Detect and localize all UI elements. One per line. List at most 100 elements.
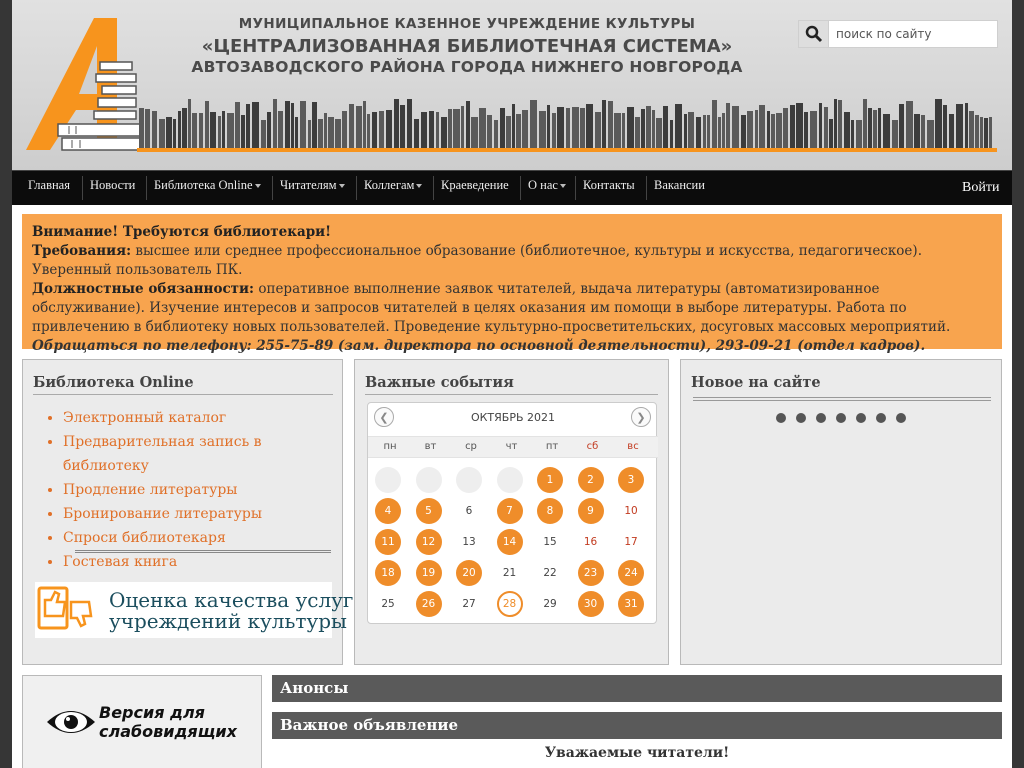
- link-ask-librarian[interactable]: Спроси библиотекаря: [63, 526, 342, 550]
- calendar-day[interactable]: 9: [577, 498, 604, 524]
- calendar-day[interactable]: 20: [456, 560, 482, 586]
- org-name-line-2: «ЦЕНТРАЛИЗОВАННАЯ БИБЛИОТЕЧНАЯ СИСТЕМА»: [201, 36, 733, 57]
- calendar-day[interactable]: 4: [375, 498, 401, 524]
- calendar-day[interactable]: 7: [496, 498, 523, 524]
- nav-local-history[interactable]: Краеведение: [434, 171, 509, 203]
- slider-dot[interactable]: [856, 413, 866, 423]
- low-vision-line-2: слабовидящих: [99, 722, 237, 741]
- new-on-site-panel: Новое на сайте: [680, 359, 1002, 665]
- next-month-button[interactable]: ❯: [631, 407, 651, 427]
- calendar-day[interactable]: 5: [415, 498, 442, 524]
- eye-icon: [47, 711, 95, 733]
- divider: [693, 397, 991, 401]
- calendar-day[interactable]: 31: [618, 591, 644, 617]
- calendar-day[interactable]: 12: [415, 529, 442, 555]
- calendar-day[interactable]: 18: [375, 560, 401, 586]
- low-vision-line-1: Версия для: [99, 703, 205, 722]
- nav-about[interactable]: О нас: [521, 171, 566, 203]
- nav-colleagues[interactable]: Коллегам: [357, 171, 423, 203]
- link-electronic-catalog[interactable]: Электронный каталог: [63, 406, 342, 430]
- banner-line-2: учреждений культуры: [109, 609, 347, 633]
- library-online-title: Библиотека Online: [33, 374, 333, 395]
- page: МУНИЦИПАЛЬНОЕ КАЗЕННОЕ УЧРЕЖДЕНИЕ КУЛЬТУ…: [12, 0, 1012, 768]
- calendar-day: 21: [496, 560, 523, 586]
- slider-dot[interactable]: [776, 413, 786, 423]
- weekday-сб: сб: [586, 441, 599, 452]
- chevron-down-icon: [416, 184, 423, 189]
- calendar-day[interactable]: 8: [537, 498, 563, 524]
- slider-dot[interactable]: [836, 413, 846, 423]
- search-input[interactable]: [830, 21, 997, 47]
- calendar-day: 13: [456, 529, 482, 555]
- calendar-day: 15: [537, 529, 563, 555]
- notice-greeting: Уважаемые читатели!: [544, 745, 730, 761]
- weekday-чт: чт: [505, 441, 518, 452]
- login-link[interactable]: Войти: [962, 180, 999, 196]
- chevron-right-icon: ❯: [636, 410, 646, 424]
- calendar-day: 6: [456, 498, 482, 524]
- important-notice-heading[interactable]: Важное объявление: [272, 712, 1002, 739]
- low-vision-version-button[interactable]: Версия для слабовидящих: [22, 675, 262, 768]
- events-panel: Важные события ❮ ОКТЯБРЬ 2021 ❯ пн вт ср чт…: [354, 359, 669, 665]
- weekday-вс: вс: [627, 441, 639, 452]
- notice-title: Внимание! Требуются библиотекари!: [32, 224, 332, 240]
- site-header: МУНИЦИПАЛЬНОЕ КАЗЕННОЕ УЧРЕЖДЕНИЕ КУЛЬТУ…: [12, 0, 1012, 170]
- calendar-day[interactable]: 14: [496, 529, 523, 555]
- calendar-day: 16: [577, 529, 604, 555]
- slider-dot[interactable]: [876, 413, 886, 423]
- nav-library-online[interactable]: Библиотека Online: [147, 171, 261, 203]
- slider-dot[interactable]: [896, 413, 906, 423]
- requirements-label: Требования:: [32, 243, 132, 259]
- calendar-day[interactable]: 11: [375, 529, 401, 555]
- calendar-day: 28: [496, 591, 523, 617]
- calendar-day: 25: [375, 591, 401, 617]
- org-name-line-1: МУНИЦИПАЛЬНОЕ КАЗЕННОЕ УЧРЕЖДЕНИЕ КУЛЬТУ…: [238, 16, 696, 32]
- divider: [75, 550, 331, 553]
- link-guestbook[interactable]: Гостевая книга: [63, 550, 342, 574]
- weekday-вт: вт: [424, 441, 437, 452]
- calendar-day[interactable]: 30: [577, 591, 604, 617]
- org-name-line-3: АВТОЗАВОДСКОГО РАЙОНА ГОРОДА НИЖНЕГО НОВ…: [191, 58, 743, 76]
- slider-dot[interactable]: [796, 413, 806, 423]
- calendar-day[interactable]: 1: [537, 467, 563, 493]
- link-renew-books[interactable]: Продление литературы: [63, 478, 342, 502]
- calendar-day: 29: [537, 591, 563, 617]
- calendar-month: ОКТЯБРЬ 2021: [470, 411, 556, 424]
- chevron-down-icon: [254, 184, 261, 189]
- weekday-пн: пн: [383, 441, 397, 452]
- search-button[interactable]: [799, 21, 829, 47]
- requirements-text: высшее или среднее профессиональное обра…: [32, 243, 922, 278]
- main-nav: Главная Новости Библиотека Online Читате…: [12, 170, 1012, 205]
- nav-home[interactable]: Главная: [21, 171, 70, 203]
- calendar-day: 17: [618, 529, 644, 555]
- library-logo-icon[interactable]: [24, 18, 149, 153]
- announcements-heading[interactable]: Анонсы: [272, 675, 1002, 702]
- link-reserve-books[interactable]: Бронирование литературы: [63, 502, 342, 526]
- thumbs-icon: [37, 586, 93, 630]
- nav-vacancies[interactable]: Вакансии: [647, 171, 705, 203]
- nav-readers[interactable]: Читателям: [273, 171, 345, 203]
- weekday-пт: пт: [545, 441, 559, 452]
- calendar-empty-cell: [496, 467, 523, 493]
- nav-news[interactable]: Новости: [83, 171, 135, 203]
- calendar-day[interactable]: 2: [577, 467, 604, 493]
- calendar-empty-cell: [456, 467, 482, 493]
- bookshelf-decoration: [137, 99, 997, 152]
- calendar-day: 22: [537, 560, 563, 586]
- weekday-ср: ср: [465, 441, 477, 452]
- quality-assessment-banner[interactable]: Оценка качества услуг учреждений культур…: [35, 582, 353, 638]
- calendar-day[interactable]: 3: [618, 467, 644, 493]
- slider-dot[interactable]: [816, 413, 826, 423]
- events-calendar: ❮ ОКТЯБРЬ 2021 ❯ пн вт ср чт пт сб вс 12345678…: [367, 402, 658, 624]
- calendar-empty-cell: [375, 467, 401, 493]
- calendar-day[interactable]: 24: [618, 560, 644, 586]
- events-title: Важные события: [365, 374, 658, 395]
- calendar-day: 27: [456, 591, 482, 617]
- calendar-day[interactable]: 26: [415, 591, 442, 617]
- link-library-appointment[interactable]: Предварительная запись в библиотеку: [63, 430, 342, 478]
- calendar-day[interactable]: 23: [577, 560, 604, 586]
- calendar-day[interactable]: 19: [415, 560, 442, 586]
- weekday-header: пн вт ср чт пт сб вс: [368, 436, 658, 458]
- vacancy-notice: Внимание! Требуются библиотекари! Требов…: [22, 214, 1002, 354]
- nav-contacts[interactable]: Контакты: [576, 171, 635, 203]
